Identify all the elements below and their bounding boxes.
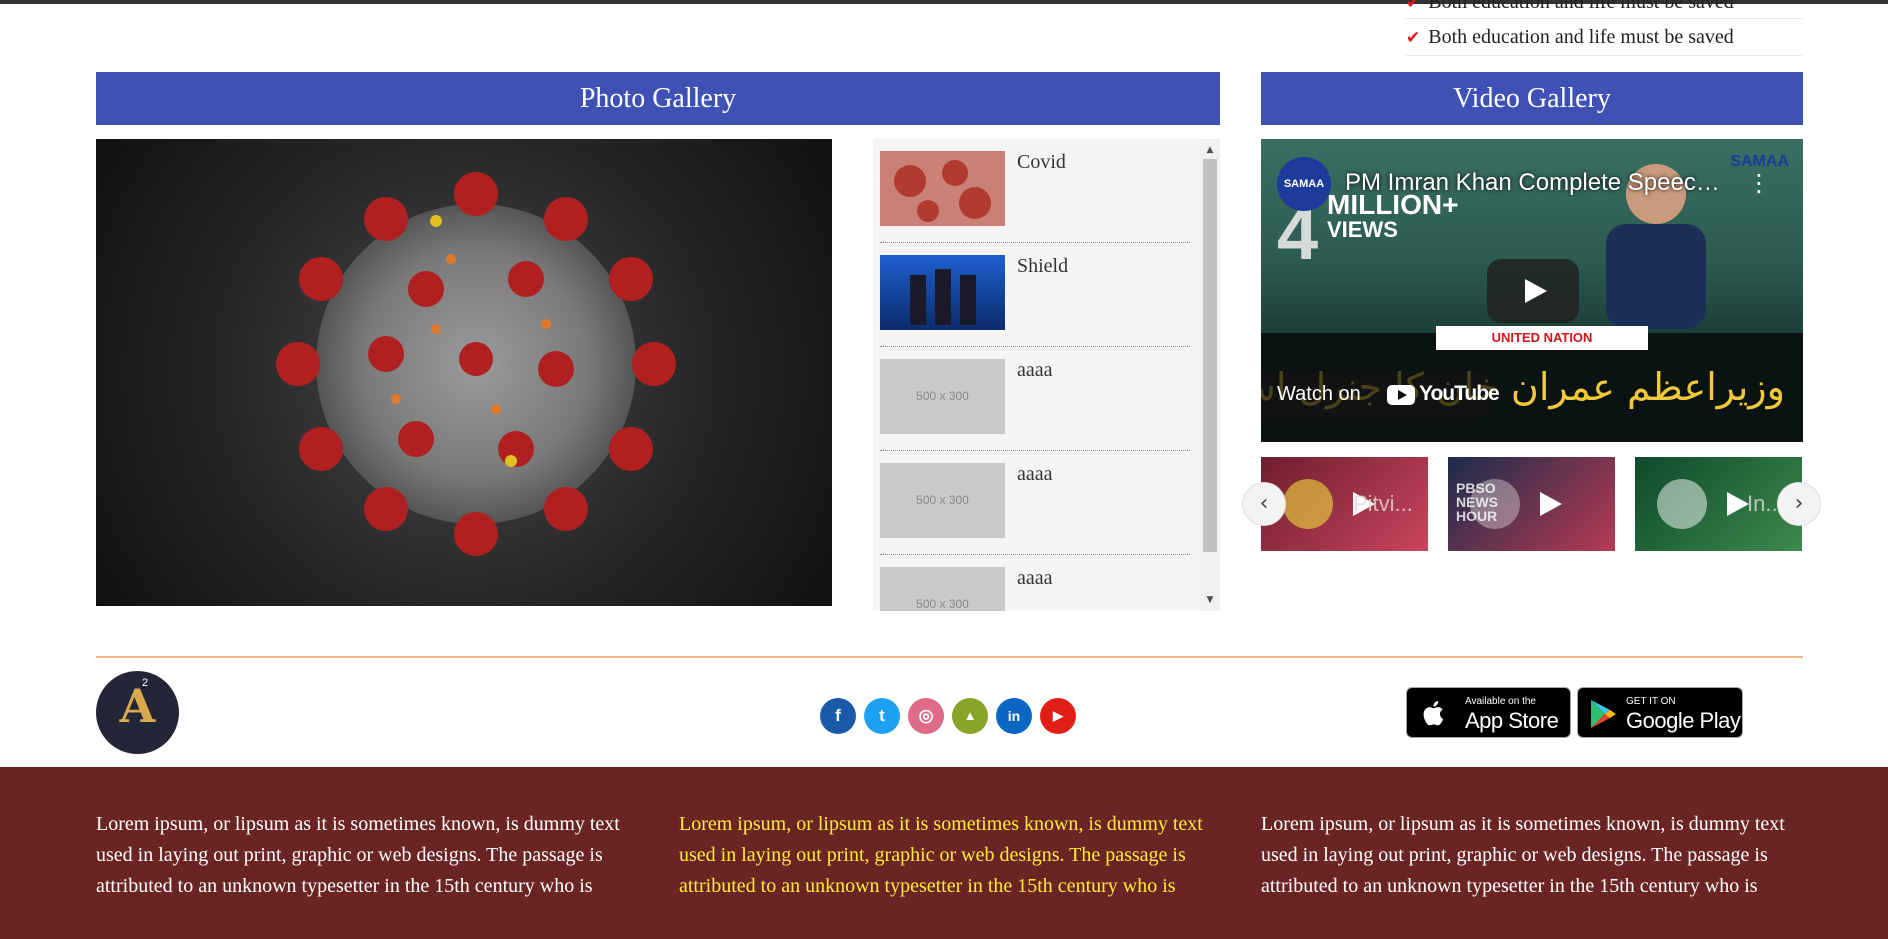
linkedin-icon[interactable]: in	[996, 698, 1032, 734]
placeholder-thumbnail: 500 x 300	[880, 359, 1005, 434]
chevron-right-icon: ›	[1794, 491, 1804, 516]
placeholder-thumbnail: 500 x 300	[880, 567, 1005, 611]
play-icon	[1524, 484, 1584, 524]
photo-list-scrollbar[interactable]: ▲ ▼	[1200, 139, 1220, 611]
channel-logo: SAMAA	[1730, 153, 1789, 170]
apple-icon	[1423, 701, 1444, 726]
coronavirus-image	[276, 172, 676, 556]
scroll-down-icon[interactable]: ▼	[1200, 593, 1220, 607]
checklist: ✔ Both education and life must be saved ✔…	[1406, 0, 1802, 56]
check-icon: ✔	[1406, 0, 1421, 13]
list-item-title: aaaa	[1017, 567, 1053, 589]
watch-on-label: Watch on	[1277, 383, 1361, 405]
list-item-title: aaaa	[1017, 359, 1053, 381]
youtube-icon	[1387, 385, 1415, 405]
channel-avatar[interactable]: SAMAA	[1277, 157, 1331, 211]
list-item-title: Covid	[1017, 151, 1066, 173]
channel-badge	[1283, 479, 1333, 529]
covid-thumbnail	[880, 151, 1005, 226]
watch-on-youtube-button[interactable]: Watch on YouTube	[1261, 371, 1500, 419]
video-player[interactable]: 4 MILLION+ VIEWS SAMAA PM Imran Khan Com…	[1261, 139, 1803, 442]
list-item[interactable]: 500 x 300 aaaa	[880, 555, 1190, 611]
check-icon: ✔	[1406, 28, 1421, 48]
site-logo[interactable]: A 2	[96, 671, 179, 754]
placeholder-thumbnail: 500 x 300	[880, 463, 1005, 538]
footer-text: Lorem ipsum, or lipsum as it is sometime…	[1261, 813, 1785, 897]
footer-text: Lorem ipsum, or lipsum as it is sometime…	[96, 813, 620, 897]
list-item[interactable]: 500 x 300 aaaa	[880, 347, 1190, 451]
list-item-title: Shield	[1017, 255, 1069, 277]
app-store-button[interactable]: Available on the App Store	[1406, 687, 1571, 738]
speaker-image	[1606, 164, 1706, 329]
app-store-label: App Store	[1465, 708, 1559, 733]
android-icon[interactable]: ▲	[952, 698, 988, 734]
carousel-next-button[interactable]: ›	[1777, 482, 1821, 526]
main-gallery-photo[interactable]	[96, 139, 832, 606]
chevron-left-icon: ‹	[1259, 491, 1269, 516]
list-item[interactable]: 500 x 300 aaaa	[880, 451, 1190, 555]
facebook-icon[interactable]: f	[820, 698, 856, 734]
views-label: VIEWS	[1327, 217, 1398, 242]
video-title[interactable]: PM Imran Khan Complete Speech ...	[1345, 169, 1725, 197]
footer-text-highlight: Lorem ipsum, or lipsum as it is sometime…	[679, 813, 1203, 897]
section-divider	[96, 656, 1803, 658]
wrestlers-thumbnail	[880, 255, 1005, 330]
google-play-button[interactable]: GET IT ON Google Play	[1577, 687, 1743, 738]
video-thumbnail-label: PBSO NEWS HOUR	[1456, 480, 1498, 524]
list-item[interactable]: Covid	[880, 139, 1190, 243]
youtube-icon[interactable]: ▶	[1040, 698, 1076, 734]
carousel-prev-button[interactable]: ‹	[1242, 482, 1286, 526]
app-store-small-label: Available on the	[1465, 696, 1536, 707]
youtube-label: YouTube	[1419, 382, 1500, 405]
logo-superscript: 2	[142, 677, 149, 689]
instagram-icon[interactable]: ◎	[908, 698, 944, 734]
more-options-icon[interactable]: ⋮	[1747, 169, 1771, 197]
video-gallery-heading: Video Gallery	[1261, 72, 1803, 125]
video-banner: UNITED NATION	[1436, 326, 1648, 350]
checklist-item: ✔ Both education and life must be saved	[1406, 0, 1802, 19]
list-item-title: aaaa	[1017, 463, 1053, 485]
checklist-item: ✔ Both education and life must be saved	[1406, 19, 1802, 56]
list-item[interactable]: Shield	[880, 243, 1190, 347]
google-play-icon	[1591, 700, 1616, 728]
video-thumbnail[interactable]: Pitvi...	[1261, 457, 1428, 551]
video-thumbnail-label: Pitvi...	[1353, 491, 1413, 516]
photo-list[interactable]: Covid Shield 500 x 300 aaaa 500 x 300 aa…	[873, 139, 1220, 611]
scrollbar-thumb[interactable]	[1203, 159, 1217, 552]
video-thumbnail[interactable]: PBSO NEWS HOUR	[1448, 457, 1615, 551]
google-play-small-label: GET IT ON	[1626, 696, 1676, 707]
logo-letter: A	[119, 679, 156, 733]
scroll-up-icon[interactable]: ▲	[1200, 143, 1220, 157]
photo-gallery-heading: Photo Gallery	[96, 72, 1220, 125]
twitter-icon[interactable]: t	[864, 698, 900, 734]
google-play-label: Google Play	[1626, 708, 1741, 733]
play-button[interactable]	[1487, 259, 1579, 323]
footer: Lorem ipsum, or lipsum as it is sometime…	[0, 767, 1888, 939]
channel-badge	[1657, 479, 1707, 529]
